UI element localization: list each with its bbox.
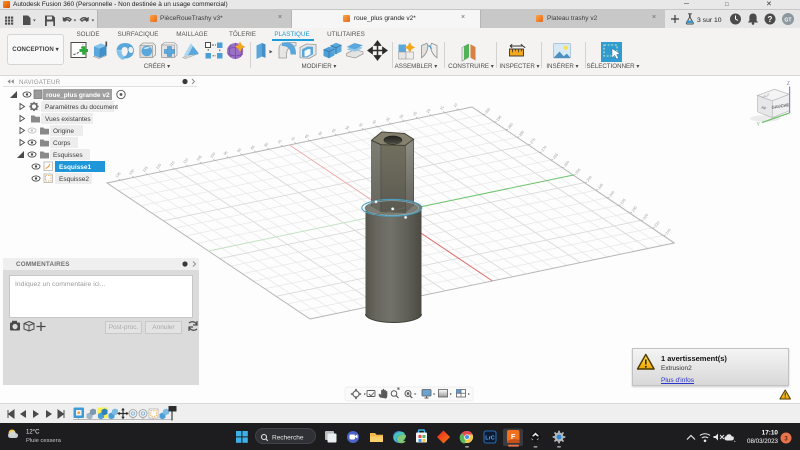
svg-text:20: 20 — [426, 108, 432, 114]
svg-text:25: 25 — [412, 111, 418, 117]
svg-text:55: 55 — [331, 128, 337, 134]
svg-text:Y: Y — [757, 122, 761, 128]
svg-text:45: 45 — [358, 122, 364, 128]
svg-text:100: 100 — [209, 152, 216, 159]
svg-text:90: 90 — [237, 148, 243, 154]
svg-text:65: 65 — [304, 134, 310, 140]
svg-text:230: 230 — [631, 205, 638, 212]
svg-text:60: 60 — [318, 131, 324, 137]
svg-text:265: 265 — [552, 153, 559, 160]
svg-text:Esquisse1: Esquisse1 — [59, 164, 92, 171]
svg-text:250: 250 — [586, 175, 593, 182]
svg-text:12°C: 12°C — [26, 430, 40, 436]
svg-text:F: F — [511, 432, 516, 441]
svg-text:235: 235 — [620, 198, 627, 205]
svg-text:240: 240 — [609, 190, 616, 197]
svg-text:Pluie cessera: Pluie cessera — [26, 438, 62, 444]
svg-text:245: 245 — [597, 183, 604, 190]
svg-text:17:10: 17:10 — [762, 430, 779, 437]
svg-text:275: 275 — [530, 137, 537, 144]
svg-text:Corps: Corps — [53, 140, 71, 147]
svg-text:3 sur 10: 3 sur 10 — [697, 17, 722, 24]
svg-text:270: 270 — [541, 145, 548, 152]
svg-text:GT: GT — [784, 18, 792, 24]
svg-text:08/03/2023: 08/03/2023 — [747, 438, 779, 445]
svg-text:95: 95 — [223, 150, 229, 156]
svg-text:40: 40 — [372, 120, 378, 126]
svg-text:50: 50 — [345, 125, 351, 131]
svg-text:Origine: Origine — [53, 128, 74, 135]
svg-text:Vues existantes: Vues existantes — [45, 116, 91, 123]
svg-text:260: 260 — [563, 160, 570, 167]
svg-text:Paramètres du document: Paramètres du document — [45, 104, 118, 111]
svg-text:Recherche: Recherche — [272, 435, 304, 442]
svg-text:LrC: LrC — [485, 436, 495, 442]
svg-text:295: 295 — [484, 107, 491, 114]
svg-text:225: 225 — [642, 213, 649, 220]
svg-text:255: 255 — [575, 168, 582, 175]
svg-text:Z: Z — [787, 81, 790, 87]
svg-text:215: 215 — [665, 228, 672, 235]
svg-text:15: 15 — [439, 105, 445, 111]
svg-text:Esquisse2: Esquisse2 — [59, 176, 89, 183]
svg-text:10: 10 — [453, 103, 459, 109]
svg-text:280: 280 — [518, 130, 525, 137]
svg-text:285: 285 — [507, 122, 514, 129]
svg-text:Esquisses: Esquisses — [53, 152, 83, 159]
svg-text:30: 30 — [399, 114, 405, 120]
svg-text:?: ? — [768, 15, 773, 24]
svg-text:roue_plus grande v2: roue_plus grande v2 — [46, 92, 110, 99]
svg-text:80: 80 — [264, 142, 270, 148]
svg-text:220: 220 — [654, 221, 661, 228]
svg-text:75: 75 — [277, 139, 283, 145]
svg-text:70: 70 — [291, 136, 297, 142]
svg-text:290: 290 — [496, 115, 503, 122]
svg-text:85: 85 — [250, 145, 256, 151]
svg-text:35: 35 — [385, 117, 391, 123]
